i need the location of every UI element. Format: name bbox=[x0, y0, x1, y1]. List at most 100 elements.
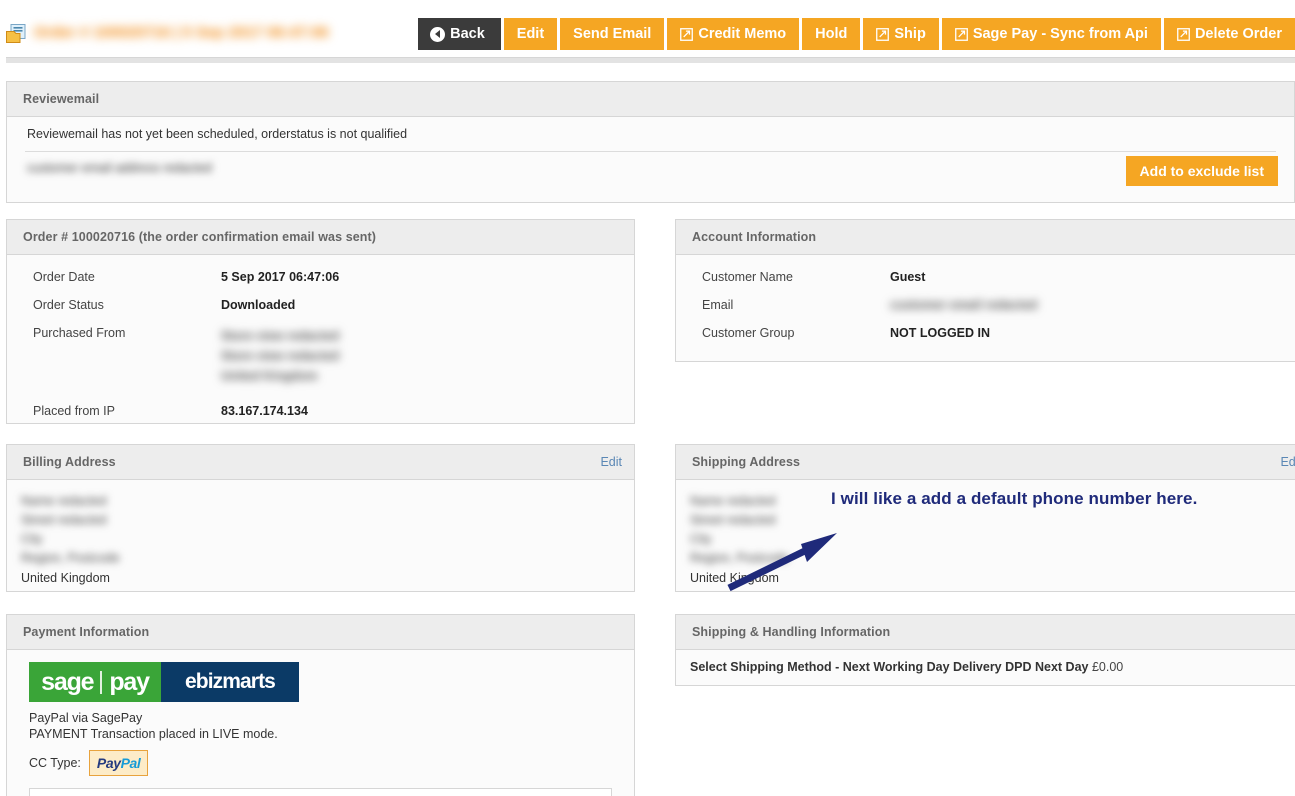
order-view-page: Order # 100020716 | 5 Sep 2017 06:47:06 … bbox=[0, 0, 1295, 796]
account-panel-title: Account Information bbox=[692, 230, 817, 244]
shipping-address-edit-link[interactable]: Edit bbox=[1280, 455, 1295, 469]
cc-type-label: CC Type: bbox=[29, 756, 81, 770]
paypal-badge-icon: Pay Pal bbox=[88, 750, 149, 776]
sagepay-ebizmarts-logo: sage pay ebizmarts bbox=[29, 662, 299, 702]
order-status-label: Order Status bbox=[33, 298, 104, 312]
account-panel-body: Customer Name Guest Email customer email… bbox=[676, 255, 1295, 355]
order-information-panel: Order # 100020716 (the order confirmatio… bbox=[6, 219, 635, 424]
shipping-handling-panel: Shipping & Handling Information Select S… bbox=[675, 614, 1295, 686]
send-email-button-label: Send Email bbox=[573, 25, 652, 42]
order-status-value: Downloaded bbox=[221, 298, 296, 312]
reviewemail-panel-body: Reviewemail has not yet been scheduled, … bbox=[7, 117, 1294, 194]
page-header: Order # 100020716 | 5 Sep 2017 06:47:06 … bbox=[0, 0, 1295, 57]
hold-button-label: Hold bbox=[815, 25, 848, 42]
ebizmarts-logo: ebizmarts bbox=[161, 662, 299, 702]
customer-email-label: Email bbox=[702, 298, 734, 312]
billing-line-4: Region, Postcode bbox=[21, 551, 120, 565]
placed-from-ip-value: 83.167.174.134 bbox=[221, 404, 308, 418]
customer-name-label: Customer Name bbox=[702, 270, 793, 284]
external-link-icon bbox=[1177, 27, 1190, 41]
purchased-from-line-2: Store view redacted bbox=[221, 349, 340, 363]
customer-email-row: Email customer email redacted bbox=[692, 291, 1295, 319]
hold-button[interactable]: Hold bbox=[802, 18, 861, 50]
shipping-handling-title: Shipping & Handling Information bbox=[692, 625, 891, 639]
credit-memo-button[interactable]: Credit Memo bbox=[667, 18, 800, 50]
placed-from-ip-label: Placed from IP bbox=[33, 404, 115, 418]
reviewemail-status-message: Reviewemail has not yet been scheduled, … bbox=[27, 127, 408, 141]
cc-type-row: CC Type: Pay Pal bbox=[23, 742, 618, 776]
sage-pay-sync-button[interactable]: Sage Pay - Sync from Api bbox=[941, 18, 1161, 50]
customer-group-row: Customer Group NOT LOGGED IN bbox=[692, 319, 1295, 347]
back-button[interactable]: Back bbox=[418, 18, 501, 50]
shipping-address-title: Shipping Address bbox=[692, 455, 801, 469]
payment-mode-line: PAYMENT Transaction placed in LIVE mode. bbox=[29, 727, 278, 741]
billing-address-country: United Kingdom bbox=[21, 571, 110, 585]
shipping-method-name: Select Shipping Method - Next Working Da… bbox=[690, 660, 1089, 674]
order-panel-title: Order # 100020716 (the order confirmatio… bbox=[23, 230, 377, 244]
billing-panel-header: Billing Address Edit bbox=[7, 445, 634, 480]
purchased-from-value: Store view redacted Store view redacted … bbox=[221, 319, 339, 393]
order-panel-header: Order # 100020716 (the order confirmatio… bbox=[7, 220, 634, 255]
delete-order-button-label: Delete Order bbox=[1194, 25, 1282, 42]
annotation-arrow-icon bbox=[727, 533, 837, 592]
edit-button-label: Edit bbox=[516, 25, 545, 42]
reviewemail-email-row: customer email address redacted Add to e… bbox=[23, 152, 1278, 194]
add-to-exclude-list-button[interactable]: Add to exclude list bbox=[1125, 156, 1278, 186]
reviewemail-title: Reviewemail bbox=[23, 92, 100, 106]
sagepay-logo-divider bbox=[100, 670, 103, 694]
back-button-label: Back bbox=[450, 25, 485, 42]
purchased-from-row: Purchased From Store view redacted Store… bbox=[23, 319, 618, 393]
billing-address-title: Billing Address bbox=[23, 455, 116, 469]
payment-information-title: Payment Information bbox=[23, 625, 150, 639]
account-information-panel: Account Information Customer Name Guest … bbox=[675, 219, 1295, 362]
billing-line-3: City bbox=[21, 532, 43, 546]
reviewemail-email-value: customer email address redacted bbox=[27, 161, 212, 175]
paypal-badge-part-2: Pal bbox=[120, 755, 141, 771]
billing-address-panel: Billing Address Edit Name redacted Stree… bbox=[6, 444, 635, 592]
customer-group-value: NOT LOGGED IN bbox=[890, 326, 990, 340]
payment-details-table bbox=[29, 788, 612, 796]
edit-button[interactable]: Edit bbox=[503, 18, 558, 50]
external-link-icon bbox=[954, 27, 968, 41]
shipping-handling-header: Shipping & Handling Information bbox=[676, 615, 1295, 650]
customer-name-row: Customer Name Guest bbox=[692, 263, 1295, 291]
order-date-row: Order Date 5 Sep 2017 06:47:06 bbox=[23, 263, 618, 291]
billing-line-2: Street redacted bbox=[21, 513, 107, 527]
ship-button[interactable]: Ship bbox=[863, 18, 939, 50]
delete-order-button[interactable]: Delete Order bbox=[1163, 18, 1295, 50]
credit-memo-button-label: Credit Memo bbox=[698, 25, 787, 42]
order-document-icon bbox=[6, 24, 28, 44]
billing-line-1: Name redacted bbox=[21, 494, 107, 508]
sage-pay-sync-button-label: Sage Pay - Sync from Api bbox=[972, 25, 1148, 42]
reviewemail-panel: Reviewemail Reviewemail has not yet been… bbox=[6, 81, 1295, 203]
shipping-method-row: Select Shipping Method - Next Working Da… bbox=[676, 650, 1295, 674]
customer-email-value: customer email redacted bbox=[890, 298, 1038, 312]
paypal-badge-part-1: Pay bbox=[96, 755, 121, 771]
customer-group-label: Customer Group bbox=[702, 326, 795, 340]
send-email-button[interactable]: Send Email bbox=[560, 18, 665, 50]
header-divider bbox=[6, 57, 1295, 63]
external-link-icon bbox=[876, 27, 890, 41]
ship-button-label: Ship bbox=[894, 25, 926, 42]
order-status-row: Order Status Downloaded bbox=[23, 291, 618, 319]
sagepay-logo-word-2: pay bbox=[109, 667, 150, 696]
account-panel-header: Account Information bbox=[676, 220, 1295, 255]
billing-address-edit-link[interactable]: Edit bbox=[600, 455, 622, 469]
payment-panel-body: sage pay ebizmarts PayPal via SagePay PA… bbox=[7, 650, 634, 796]
page-title: Order # 100020716 | 5 Sep 2017 06:47:06 bbox=[34, 24, 329, 41]
sagepay-logo-word-1: sage bbox=[41, 667, 94, 696]
annotation-text: I will like a add a default phone number… bbox=[831, 489, 1198, 508]
order-action-toolbar: Back Edit Send Email Credit Memo Hold Sh… bbox=[418, 18, 1295, 50]
customer-name-value: Guest bbox=[890, 270, 926, 284]
purchased-from-line-3: United Kingdom bbox=[221, 369, 318, 383]
shipping-panel-header: Shipping Address Edit bbox=[676, 445, 1295, 480]
billing-address-blurred-lines: Name redacted Street redacted City Regio… bbox=[21, 492, 634, 568]
shipping-method-amount: £0.00 bbox=[1091, 660, 1124, 674]
sagepay-logo: sage pay bbox=[29, 662, 161, 702]
payment-information-panel: Payment Information sage pay ebizmarts P… bbox=[6, 614, 635, 796]
payment-method-line: PayPal via SagePay bbox=[29, 711, 143, 725]
external-link-icon bbox=[680, 27, 694, 41]
purchased-from-line-1: Store view redacted bbox=[221, 329, 340, 343]
payment-panel-header: Payment Information bbox=[7, 615, 634, 650]
billing-address-body: Name redacted Street redacted City Regio… bbox=[7, 480, 634, 588]
